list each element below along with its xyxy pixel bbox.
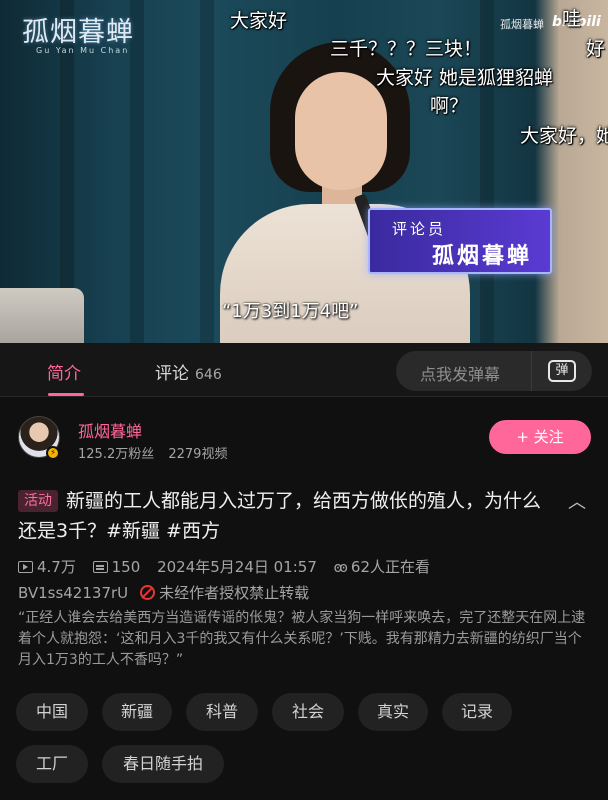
tag-chip[interactable]: 工厂 [16,745,88,783]
verified-badge-icon: ⚡ [46,446,60,460]
view-count: 4.7万 [37,558,76,576]
tab-comments-label: 评论 [155,364,189,384]
video-meta-row: 4.7万 150 2024年5月24日 01:57 ꙭ 62人正在看 [18,556,442,577]
danmaku-count: 150 [111,558,141,576]
watermark: 孤烟暮蝉 [500,18,544,31]
follower-count: 125.2万粉丝 [78,447,155,462]
danmaku-comment: 啊？ [430,95,469,117]
danmaku-comment: 大家好，她 [520,125,608,147]
tab-active-indicator [48,393,84,396]
tag-chip[interactable]: 中国 [16,693,88,731]
comments-count: 646 [195,367,222,383]
tab-intro[interactable]: 简介 [47,359,81,384]
tag-chip[interactable]: 记录 [442,693,512,731]
uploader-stats: 125.2万粉丝 2279视频 [78,443,227,462]
curtain-fold [200,0,214,343]
tag-chip[interactable]: 真实 [358,693,428,731]
follow-button[interactable]: + 关注 [489,420,591,454]
video-title: 新疆的工人都能月入过万了，给西方做伥的殖人，为什么还是3千？#新疆 #西方 [18,490,542,542]
danmaku-icon: 弹 [548,360,576,382]
watching-count: 62人正在看 [350,558,431,576]
uploader-name[interactable]: 孤烟暮蝉 [78,418,142,442]
play-count-icon [18,561,33,573]
name-card-name: 孤烟暮蝉 [432,244,533,269]
activity-tag[interactable]: 活动 [18,490,58,512]
no-repost-icon [140,585,156,600]
danmaku-comment: 三千？？？三块！ [330,38,483,60]
chevron-up-icon[interactable]: ︿ [568,488,586,514]
danmaku-toggle-button[interactable]: 弹 [531,351,592,391]
video-player[interactable]: 孤烟暮蝉 Gu Yan Mu Chan 孤烟暮蝉 bilibili 大家好 三千… [0,0,608,343]
danmaku-count-icon [92,561,108,573]
channel-logo-sub: Gu Yan Mu Chan [36,46,130,55]
curtain-fold [130,0,144,343]
danmaku-comment: 哇 [562,8,582,30]
channel-logo: 孤烟暮蝉 [22,17,134,48]
tag-chip[interactable]: 社会 [272,693,344,731]
bvid[interactable]: BV1ss42137rU [18,584,128,602]
copyright-notice: 未经作者授权禁止转载 [159,584,310,602]
video-subtitle: “1万3到1万4吧” [222,301,359,322]
video-description: “正经人谁会去给美西方当造谣传谣的伥鬼？被人家当狗一样呼来唤去，完了还整天在网上… [18,610,586,668]
video-title-block: 活动 新疆的工人都能月入过万了，给西方做伥的殖人，为什么还是3千？#新疆 #西方 [18,486,558,546]
danmaku-input[interactable]: 点我发弹幕 弹 [396,351,592,391]
danmaku-comment: 好 [586,38,606,60]
bvid-row: BV1ss42137rU 未经作者授权禁止转载 [18,582,309,603]
video-count: 2279视频 [168,447,228,462]
danmaku-comment: 大家好 她是狐狸貂蝉 [376,67,554,89]
publish-date: 2024年5月24日 01:57 [157,558,317,576]
tag-chip[interactable]: 科普 [186,693,258,731]
tag-chip[interactable]: 春日随手拍 [102,745,224,783]
tag-chip[interactable]: 新疆 [102,693,172,731]
danmaku-comment: 大家好 [230,10,288,32]
sofa [0,288,84,343]
tab-comments[interactable]: 评论 646 [155,359,222,384]
people-icon: ꙭ [333,560,348,576]
commentator-name-card: 评论员 孤烟暮蝉 [368,208,552,274]
curtain-fold [480,0,494,343]
name-card-role: 评论员 [392,220,447,238]
danmaku-input-placeholder: 点我发弹幕 [420,365,501,384]
